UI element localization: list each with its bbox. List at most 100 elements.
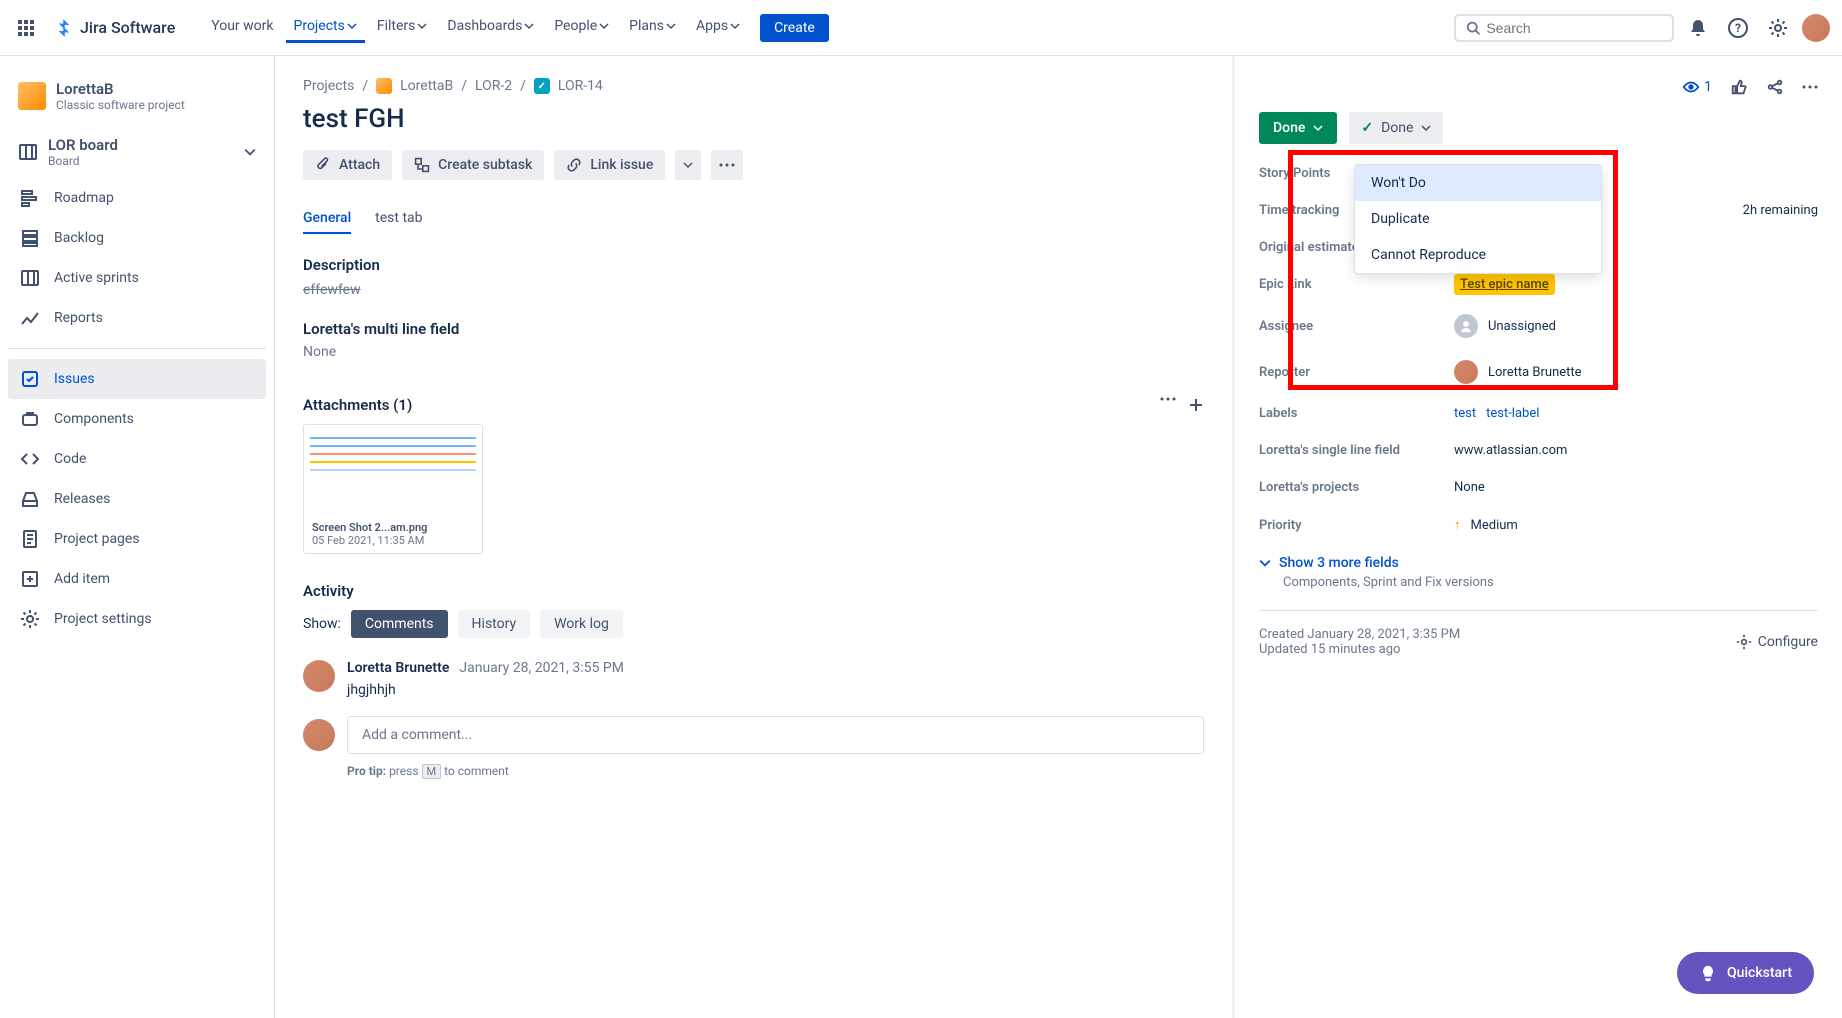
subtask-button[interactable]: Create subtask [402,150,544,180]
bc-root[interactable]: Projects [303,78,354,94]
bc-key[interactable]: LOR-14 [558,78,603,94]
nav-dashboards[interactable]: Dashboards [439,12,542,43]
attach-add-icon[interactable] [1188,397,1204,413]
projects-label: Loretta's projects [1259,480,1454,495]
priority-value[interactable]: ↑Medium [1454,517,1518,533]
share-icon[interactable] [1766,78,1784,96]
sidebar-code[interactable]: Code [8,439,266,479]
search-box[interactable] [1454,14,1674,42]
notifications-icon[interactable] [1682,12,1714,44]
pill-history[interactable]: History [458,610,531,638]
watch-button[interactable]: 1 [1682,78,1712,96]
show-label: Show: [303,616,341,632]
issue-sidebar: 1 Done ✓Done Won't Do Duplicate Cannot R… [1232,56,1842,1018]
reports-icon [20,308,40,328]
description-label: Description [303,256,1204,274]
projects-value[interactable]: None [1454,480,1485,495]
created-date: Created January 28, 2021, 3:35 PM [1259,627,1460,642]
search-icon [1466,20,1480,36]
epic-link-value[interactable]: Test epic name [1454,274,1555,295]
app-switcher-icon[interactable] [12,14,40,42]
reporter-value[interactable]: Loretta Brunette [1454,360,1582,384]
attachment-date: 05 Feb 2021, 11:35 AM [312,534,474,547]
description-text[interactable]: effewfew [303,282,1204,298]
nav-your-work[interactable]: Your work [203,12,281,43]
nav-plans[interactable]: Plans [621,12,684,43]
pill-worklog[interactable]: Work log [540,610,623,638]
profile-avatar[interactable] [1802,14,1830,42]
attach-more-icon[interactable] [1160,397,1176,401]
configure-button[interactable]: Configure [1736,627,1818,657]
nav-projects[interactable]: Projects [286,12,365,43]
issue-more-icon[interactable] [1802,85,1818,89]
sprints-icon [20,268,40,288]
breadcrumbs: Projects / LorettaB / LOR-2 / ✓ LOR-14 [303,78,1204,94]
sidebar-backlog[interactable]: Backlog [8,218,266,258]
comment-input[interactable]: Add a comment... [347,716,1204,754]
bc-subtask-icon: ✓ [534,78,550,94]
unassigned-icon [1454,314,1478,338]
epic-link-label: Epic Link [1259,277,1454,292]
sidebar-releases[interactable]: Releases [8,479,266,519]
issue-title[interactable]: test FGH [303,104,1204,134]
multiline-value[interactable]: None [303,344,1204,360]
search-input[interactable] [1486,20,1662,36]
create-button[interactable]: Create [760,14,829,42]
attach-button[interactable]: Attach [303,150,392,180]
quickstart-button[interactable]: Quickstart [1677,952,1814,994]
help-icon[interactable]: ? [1722,12,1754,44]
nav-items: Your work Projects Filters Dashboards Pe… [203,12,829,43]
sidebar-sprints[interactable]: Active sprints [8,258,266,298]
attachment-thumb [304,425,482,515]
show-more-fields[interactable]: Show 3 more fields [1259,555,1818,571]
assignee-value[interactable]: Unassigned [1454,314,1556,338]
status-button[interactable]: Done [1259,112,1337,144]
sidebar-pages[interactable]: Project pages [8,519,266,559]
dropdown-cannotrepro[interactable]: Cannot Reproduce [1355,237,1601,273]
singleline-value[interactable]: www.atlassian.com [1454,443,1567,458]
pill-comments[interactable]: Comments [351,610,448,638]
nav-people[interactable]: People [546,12,617,43]
sidebar-roadmap[interactable]: Roadmap [8,178,266,218]
nav-apps[interactable]: Apps [688,12,748,43]
workflow-button[interactable]: ✓Done [1349,112,1443,144]
bc-parent[interactable]: LOR-2 [475,78,512,94]
attachment-name: Screen Shot 2...am.png [312,521,474,534]
resolution-dropdown: Won't Do Duplicate Cannot Reproduce [1354,164,1602,274]
releases-icon [20,489,40,509]
bc-project[interactable]: LorettaB [400,78,453,94]
attachment-card[interactable]: Screen Shot 2...am.png 05 Feb 2021, 11:3… [303,424,483,554]
project-header[interactable]: LorettaB Classic software project [8,74,266,118]
more-actions[interactable] [711,150,743,180]
reporter-avatar [1454,360,1478,384]
like-icon[interactable] [1730,78,1748,96]
priority-icon: ↑ [1454,517,1461,533]
priority-label: Priority [1259,518,1454,533]
sidebar-settings[interactable]: Project settings [8,599,266,639]
dropdown-duplicate[interactable]: Duplicate [1355,201,1601,237]
nav-right: ? [1454,12,1830,44]
comment-author[interactable]: Loretta Brunette [347,660,449,676]
logo-text: Jira Software [80,18,175,37]
issue-main: Projects / LorettaB / LOR-2 / ✓ LOR-14 t… [275,56,1232,1018]
sidebar-components[interactable]: Components [8,399,266,439]
multiline-label: Loretta's multi line field [303,320,1204,338]
board-selector[interactable]: LOR board Board [8,126,266,178]
labels-value[interactable]: testtest-label [1454,406,1549,421]
link-dropdown[interactable] [675,150,701,180]
project-name: LorettaB [56,80,185,98]
sidebar-add[interactable]: Add item [8,559,266,599]
time-remaining[interactable]: 2h remaining [1743,203,1818,218]
comment-date: January 28, 2021, 3:55 PM [459,660,624,676]
link-button[interactable]: Link issue [554,150,665,180]
tab-general[interactable]: General [303,204,351,234]
jira-logo[interactable]: Jira Software [52,16,175,40]
sidebar-issues[interactable]: Issues [8,359,266,399]
my-avatar [303,719,335,751]
sidebar-reports[interactable]: Reports [8,298,266,338]
project-sub: Classic software project [56,98,185,112]
tab-test[interactable]: test tab [375,204,422,234]
settings-icon[interactable] [1762,12,1794,44]
nav-filters[interactable]: Filters [369,12,436,43]
dropdown-wontdo[interactable]: Won't Do [1355,165,1601,201]
